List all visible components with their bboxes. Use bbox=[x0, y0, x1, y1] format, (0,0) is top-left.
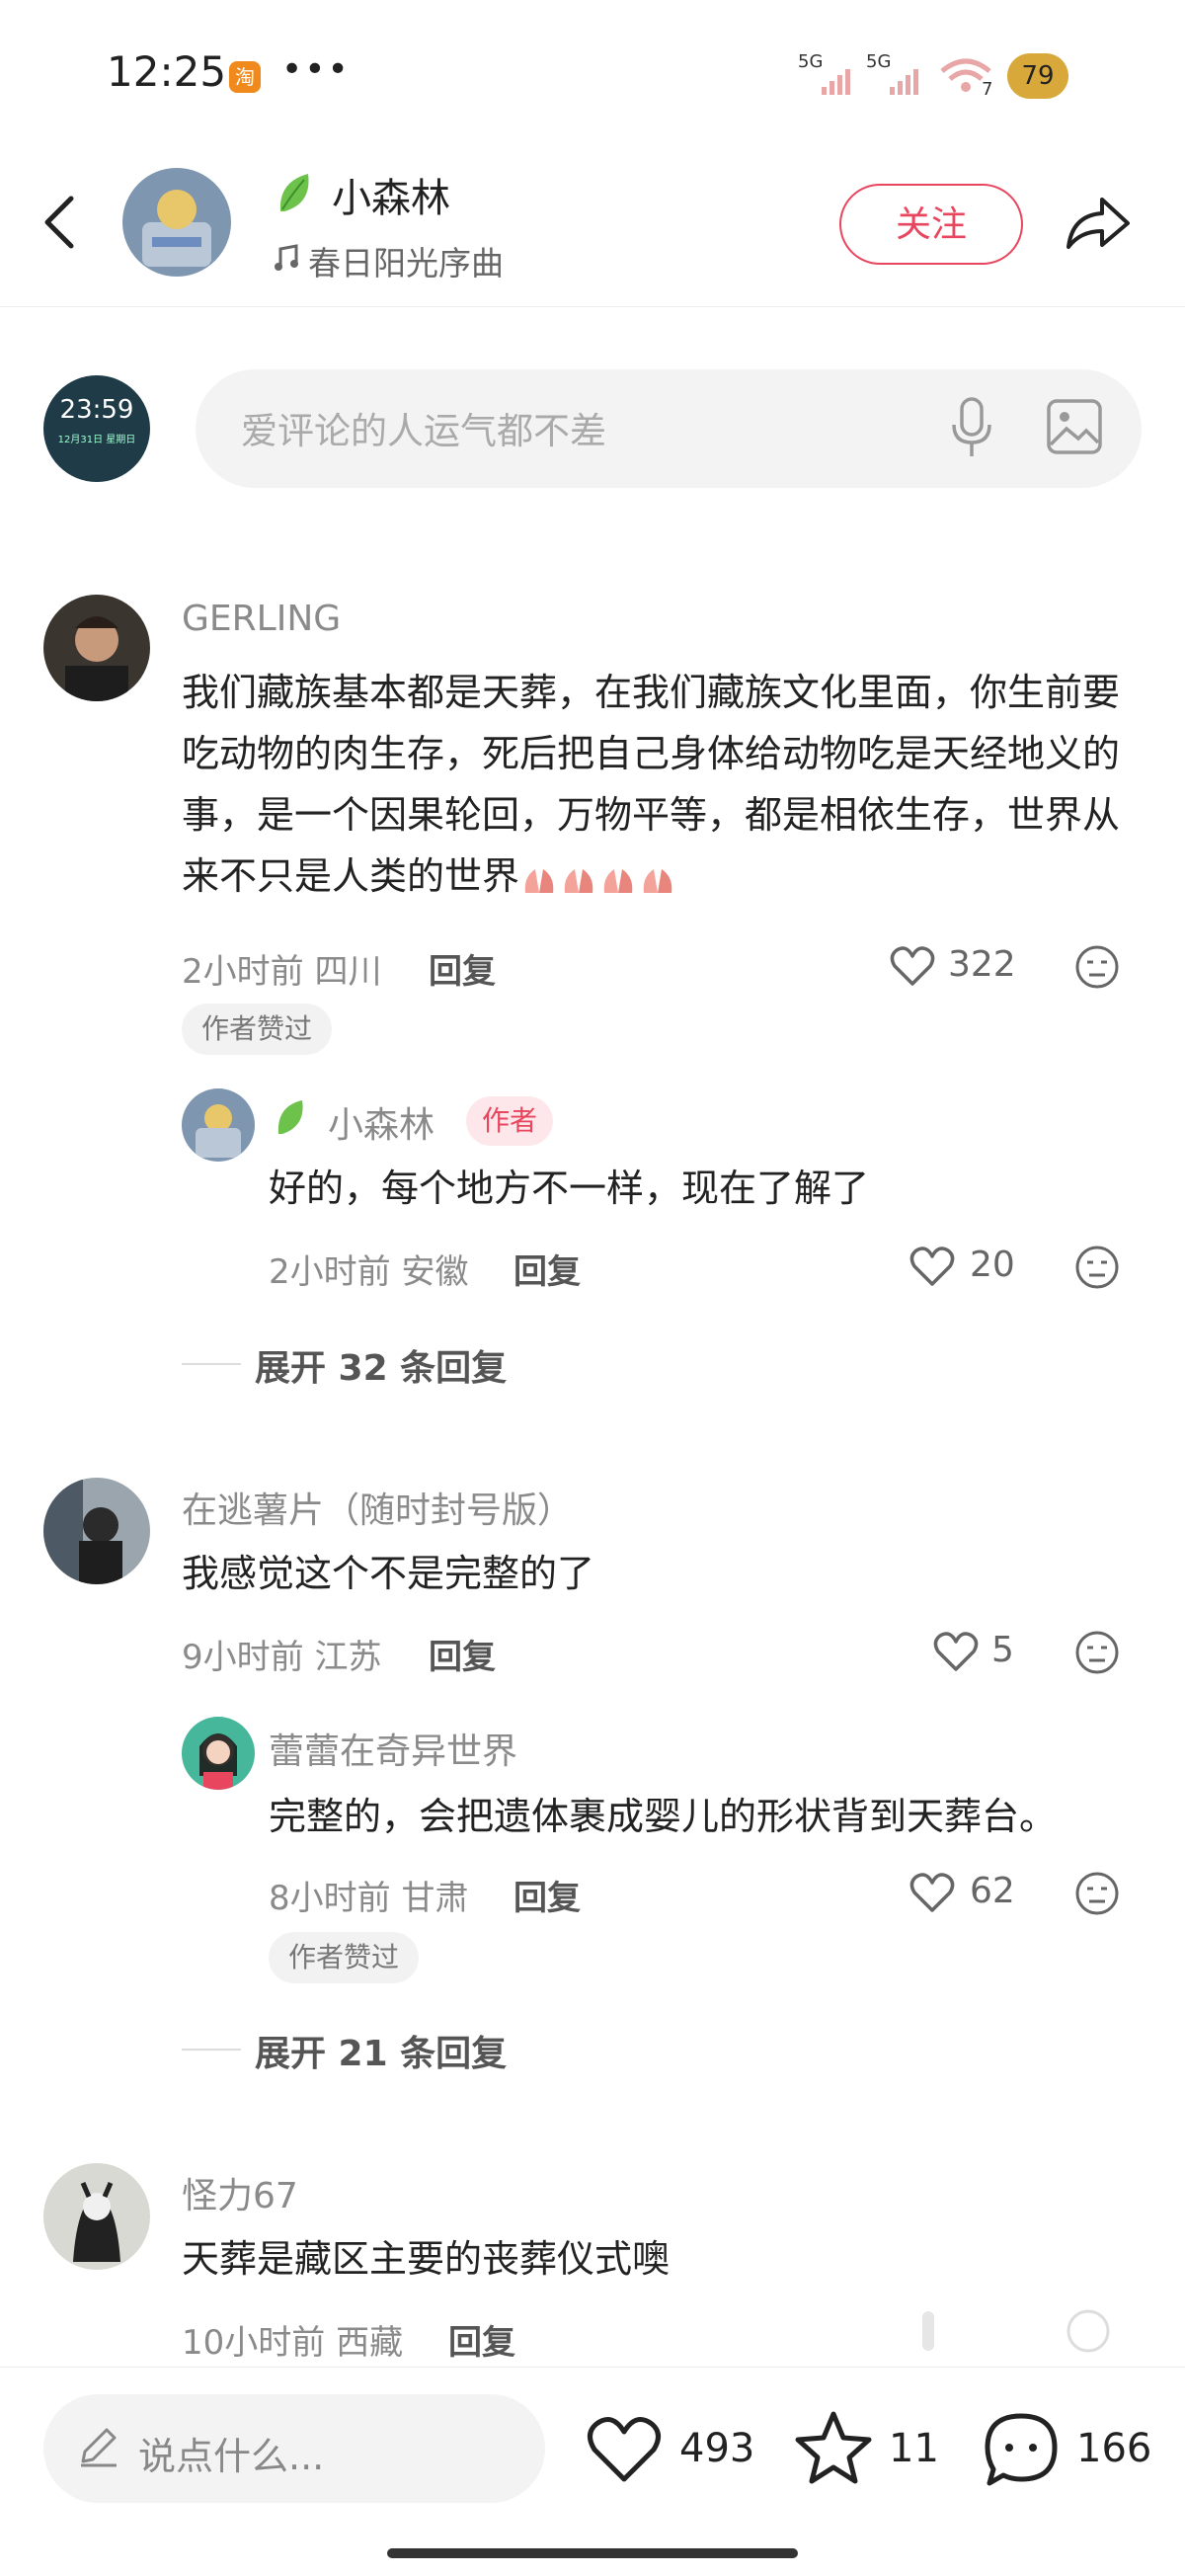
reply-button[interactable]: 回复 bbox=[429, 1630, 496, 1678]
like-count: 5 bbox=[991, 1630, 1014, 1670]
pencil-icon bbox=[81, 2428, 117, 2467]
reply-button[interactable]: 回复 bbox=[448, 2315, 515, 2364]
author-tag: 作者 bbox=[466, 1096, 554, 1146]
like-count: 20 bbox=[970, 1245, 1015, 1285]
comment-text: 我们藏族基本都是天葬，在我们藏族文化里面，你生前要吃动物的肉生存，死后把自己身体… bbox=[182, 662, 1140, 907]
status-time: 12:25 bbox=[107, 47, 227, 96]
home-indicator[interactable] bbox=[387, 2548, 798, 2558]
author-name[interactable]: 小森林 bbox=[332, 166, 450, 223]
bottom-divider bbox=[0, 2367, 1185, 2368]
author-avatar[interactable] bbox=[122, 168, 231, 277]
signal-bars-icon-2 bbox=[890, 69, 918, 95]
dislike-face-icon[interactable] bbox=[1074, 1245, 1120, 1290]
reply-button[interactable]: 回复 bbox=[429, 944, 496, 993]
leaf-icon bbox=[277, 1100, 303, 1134]
battery-indicator: 79 bbox=[1007, 53, 1068, 99]
comment-meta: 2小时前 四川 bbox=[182, 952, 382, 992]
comment-total: 166 bbox=[1076, 2426, 1152, 2471]
like-heart-icon[interactable] bbox=[585, 2414, 664, 2485]
more-status-icon: ••• bbox=[281, 49, 351, 90]
author-liked-badge: 作者赞过 bbox=[269, 1932, 420, 1983]
microphone-icon[interactable] bbox=[948, 395, 995, 460]
reply-avatar[interactable] bbox=[182, 1717, 255, 1790]
comment-meta: 10小时前 西藏 bbox=[182, 2323, 404, 2363]
follow-button[interactable]: 关注 bbox=[839, 184, 1023, 265]
reply-avatar[interactable] bbox=[182, 1088, 255, 1162]
back-arrow-icon[interactable] bbox=[40, 193, 79, 252]
wifi-sub-label: 7 bbox=[982, 79, 993, 100]
expand-divider bbox=[182, 2049, 241, 2051]
heart-icon[interactable] bbox=[932, 1630, 980, 1673]
music-note-icon bbox=[275, 244, 298, 271]
heart-icon[interactable] bbox=[908, 1871, 956, 1914]
signal-bars-icon-1 bbox=[822, 69, 850, 95]
reply-meta: 8小时前 甘肃 bbox=[269, 1879, 469, 1918]
my-avatar[interactable]: 23:59 12月31日 星期日 bbox=[43, 375, 150, 482]
reply-button[interactable]: 回复 bbox=[514, 1871, 581, 1919]
author-liked-badge: 作者赞过 bbox=[182, 1004, 333, 1055]
reply-username[interactable]: 蕾蕾在奇异世界 bbox=[269, 1723, 517, 1774]
comment-username[interactable]: 怪力67 bbox=[182, 2167, 298, 2218]
reply-text: 完整的，会把遗体裹成婴儿的形状背到天葬台。 bbox=[269, 1795, 1058, 1838]
reply-button[interactable]: 回复 bbox=[514, 1245, 581, 1293]
comment-meta: 9小时前 江苏 bbox=[182, 1638, 382, 1677]
comment-avatar[interactable] bbox=[43, 595, 150, 701]
comment-username[interactable]: GERLING bbox=[182, 599, 341, 639]
comment-username[interactable]: 在逃薯片（随时封号版） bbox=[182, 1482, 573, 1533]
dislike-face-icon[interactable] bbox=[1074, 1630, 1120, 1675]
dislike-face-icon[interactable] bbox=[1074, 1871, 1120, 1916]
share-icon[interactable] bbox=[1063, 192, 1134, 255]
like-count: 62 bbox=[970, 1871, 1015, 1911]
favorite-star-icon[interactable] bbox=[794, 2410, 873, 2485]
music-title[interactable]: 春日阳光序曲 bbox=[308, 237, 504, 284]
like-total: 493 bbox=[679, 2426, 755, 2471]
heart-icon[interactable] bbox=[908, 1245, 956, 1288]
image-picker-icon[interactable] bbox=[1045, 397, 1104, 456]
favorite-total: 11 bbox=[889, 2426, 939, 2471]
comment-text: 我感觉这个不是完整的了 bbox=[182, 1552, 595, 1595]
comment-text: 天葬是藏区主要的丧葬仪式噢 bbox=[182, 2237, 671, 2281]
expand-replies-button[interactable]: 展开 32 条回复 bbox=[255, 1339, 507, 1391]
my-avatar-time: 23:59 bbox=[59, 395, 134, 425]
heart-icon[interactable] bbox=[889, 944, 936, 988]
reply-meta: 2小时前 安徽 bbox=[269, 1252, 469, 1292]
like-count: 322 bbox=[948, 944, 1016, 985]
pray-emoji-icons bbox=[519, 854, 677, 898]
leaf-icon bbox=[279, 174, 309, 211]
comment-avatar[interactable] bbox=[43, 1478, 150, 1584]
comment-bubble-icon[interactable] bbox=[982, 2410, 1061, 2489]
partial-icons-hint bbox=[922, 2309, 1110, 2353]
reply-text: 好的，每个地方不一样，现在了解了 bbox=[269, 1167, 870, 1210]
header-divider bbox=[0, 306, 1185, 307]
comment-avatar[interactable] bbox=[43, 2163, 150, 2270]
say-something-placeholder[interactable]: 说点什么... bbox=[138, 2426, 324, 2480]
reply-username[interactable]: 小森林 bbox=[328, 1096, 434, 1148]
taobao-icon: 淘 bbox=[229, 61, 261, 93]
comment-input-placeholder[interactable]: 爱评论的人运气都不差 bbox=[241, 401, 606, 454]
dislike-face-icon[interactable] bbox=[1074, 944, 1120, 990]
my-avatar-date: 12月31日 星期日 bbox=[57, 435, 136, 445]
expand-replies-button[interactable]: 展开 21 条回复 bbox=[255, 2025, 507, 2076]
expand-divider bbox=[182, 1363, 241, 1365]
